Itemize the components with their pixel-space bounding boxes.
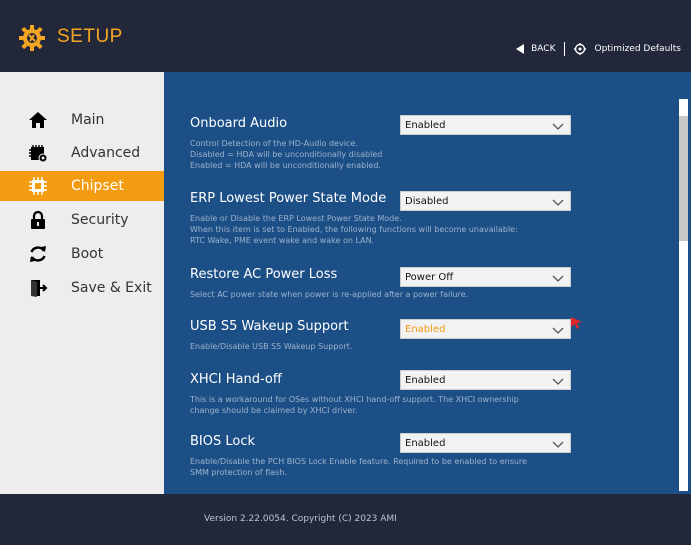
bios-lock-select[interactable]: Enabled <box>400 433 571 453</box>
sidebar-item-label: Boot <box>71 246 104 262</box>
divider <box>564 42 566 56</box>
sidebar-item-label: Chipset <box>71 178 124 194</box>
sidebar-item-label: Advanced <box>71 145 141 161</box>
setting-description: Enable or Disable the ERP Lowest Power S… <box>190 214 518 245</box>
setting-description: Enable/Disable the PCH BIOS Lock Enable … <box>190 457 527 477</box>
chevron-down-icon <box>552 327 564 334</box>
usb-s5-wakeup-select[interactable]: Enabled <box>400 319 571 339</box>
chevron-down-icon <box>552 275 564 282</box>
home-icon <box>29 112 47 128</box>
onboard-audio-select[interactable]: Enabled <box>400 115 571 135</box>
sidebar-item-security[interactable]: Security <box>0 205 164 235</box>
back-button[interactable]: BACK <box>531 44 555 54</box>
restore-ac-power-loss-select[interactable]: Power Off <box>400 267 571 287</box>
setting-description: Enable/Disable USB S5 Wakeup Support. <box>190 342 353 351</box>
erp-lowest-power-select[interactable]: Disabled <box>400 191 571 211</box>
sidebar-item-boot[interactable]: Boot <box>0 239 164 269</box>
mouse-cursor-icon <box>571 317 582 329</box>
setting-description: Control Detection of the HD-Audio device… <box>190 139 383 170</box>
sidebar-item-label: Main <box>71 112 105 128</box>
version-text: Version 2.22.0054. Copyright (C) 2023 AM… <box>204 514 397 524</box>
sidebar-item-label: Save & Exit <box>71 280 152 296</box>
chevron-down-icon <box>552 199 564 206</box>
exit-door-icon <box>31 280 48 297</box>
sidebar-item-save-exit[interactable]: Save & Exit <box>0 273 164 303</box>
xhci-hand-off-select[interactable]: Enabled <box>400 370 571 390</box>
sidebar-item-chipset[interactable]: Chipset <box>0 171 164 201</box>
page-title: SETUP <box>57 26 123 47</box>
back-arrow-icon[interactable] <box>515 44 525 54</box>
sidebar-item-main[interactable]: Main <box>0 105 164 135</box>
chip-icon <box>29 177 47 195</box>
sidebar-item-advanced[interactable]: Advanced <box>0 138 164 168</box>
refresh-icon <box>30 246 46 262</box>
chevron-down-icon <box>552 123 564 130</box>
gear-wrench-icon <box>19 25 45 51</box>
chevron-down-icon <box>552 441 564 448</box>
setting-description: Select AC power state when power is re-a… <box>190 290 469 299</box>
top-nav: BACK Optimized Defaults <box>515 42 681 56</box>
footer: Version 2.22.0054. Copyright (C) 2023 AM… <box>0 494 691 545</box>
setting-description: This is a workaround for OSes without XH… <box>190 395 519 415</box>
settings-panel: Onboard Audio Control Detection of the H… <box>164 72 691 494</box>
sidebar: Main Advanced Chipset Security Boot Save… <box>0 72 164 494</box>
optimized-defaults-icon[interactable] <box>574 43 587 55</box>
sidebar-item-label: Security <box>71 212 129 228</box>
optimized-defaults-button[interactable]: Optimized Defaults <box>594 44 681 54</box>
chevron-down-icon <box>552 378 564 385</box>
chip-settings-icon <box>29 145 48 163</box>
scrollbar-thumb[interactable] <box>679 116 688 241</box>
lock-icon <box>31 210 45 229</box>
top-bar: SETUP BACK Optimized Defaults <box>0 0 691 72</box>
